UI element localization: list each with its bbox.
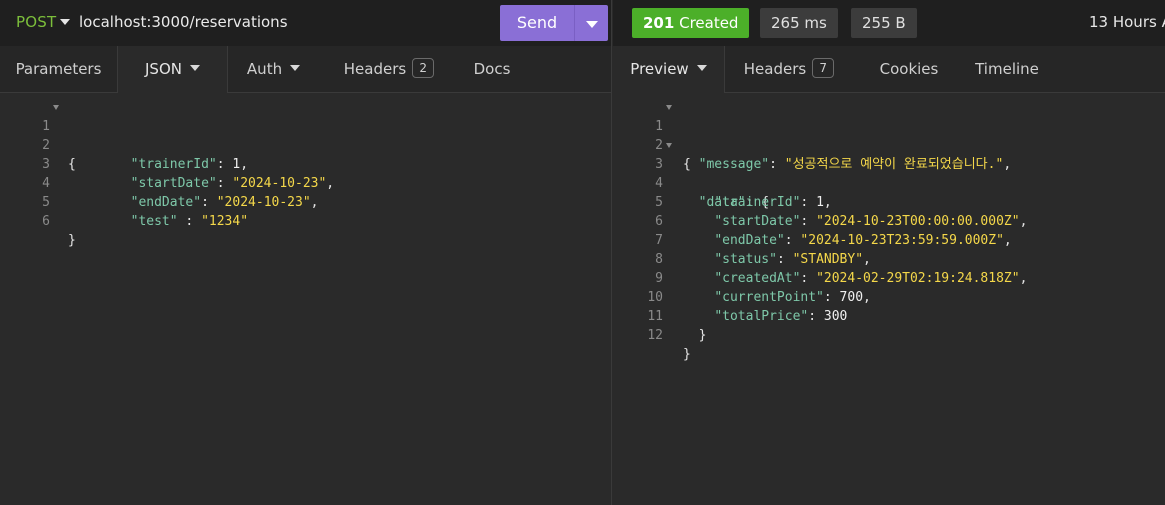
tab-label: Timeline [975,60,1039,78]
request-pane: POST localhost:3000/reservations Send Pa… [0,0,612,505]
code-line: 6 } [0,193,611,248]
code-text: "test" : "1234" [130,214,249,229]
http-method-selector[interactable]: POST [16,13,56,31]
response-status-bar: 201 Created 265 ms 255 B 13 Hours Ago [613,0,1165,46]
fold-arrow-icon[interactable] [666,105,672,110]
code-line: 8 "createdAt": "2024-02-29T02:19:24.818Z… [613,231,1165,286]
code-line: 1 { [0,98,611,172]
code-line: 12 } [613,307,1165,362]
request-url-bar: POST localhost:3000/reservations Send [0,0,611,46]
tab-label: Headers [343,60,407,78]
url-input[interactable]: localhost:3000/reservations [79,13,288,31]
response-body-viewer: 1 { 2 "message": "성공적으로 예약이 완료되었습니다.", 3… [613,94,1165,505]
tab-divider [724,46,725,93]
tab-json[interactable]: JSON [118,46,227,93]
tab-parameters[interactable]: Parameters [0,46,117,93]
code-line: 10 "totalPrice": 300 [613,269,1165,324]
tab-docs[interactable]: Docs [462,46,522,93]
code-line: 2 "message": "성공적으로 예약이 완료되었습니다.", [613,117,1165,172]
method-dropdown-icon[interactable] [60,19,70,25]
code-line: 5 "test" : "1234" [0,174,611,229]
send-button[interactable]: Send [500,5,608,41]
code-text: } [683,347,691,362]
response-pane: 201 Created 265 ms 255 B 13 Hours Ago Pr… [613,0,1165,505]
code-line: 5 "startDate": "2024-10-23T00:00:00.000Z… [613,174,1165,229]
send-button-label[interactable]: Send [500,5,574,41]
response-tabbar: Preview Headers 7 Cookies Timeline [613,46,1165,93]
line-number: 6 [42,214,50,229]
tab-auth[interactable]: Auth [228,46,319,93]
line-number: 12 [647,328,663,343]
tab-cookies[interactable]: Cookies [869,46,949,93]
code-line: 3 "startDate": "2024-10-23", [0,136,611,191]
tab-label: Docs [473,60,511,78]
send-button-divider [574,5,575,41]
request-tabbar: Parameters JSON Auth Headers 2 Docs [0,46,611,93]
code-line: 7 "status": "STANDBY", [613,212,1165,267]
tab-preview[interactable]: Preview [613,46,724,93]
tab-label: Auth [246,60,283,78]
request-body-editor[interactable]: 1 { 2 "trainerId": 1, 3 "startDate": "20… [0,94,611,505]
tab-label: Headers [743,60,807,78]
tab-label: Parameters [15,60,102,78]
response-time-badge: 265 ms [760,8,838,38]
chevron-down-icon[interactable] [696,65,707,71]
tab-label: JSON [145,60,182,78]
fold-arrow-icon[interactable] [53,105,59,110]
response-headers-count-badge: 7 [812,58,835,78]
code-line: 9 "currentPoint": 700, [613,250,1165,305]
code-line: 3 "data": { [613,136,1165,210]
code-line: 2 "trainerId": 1, [0,117,611,172]
response-size-badge: 255 B [851,8,917,38]
code-line: 11 } [613,288,1165,343]
tab-headers[interactable]: Headers 2 [330,46,448,93]
status-code: 201 [643,14,675,32]
code-text: } [68,233,76,248]
response-timestamp[interactable]: 13 Hours Ago [1089,13,1165,31]
tab-label: Preview [630,60,689,78]
code-text: } [683,328,707,343]
code-line: 4 "trainerId": 1, [613,155,1165,210]
code-line: 1 { [613,98,1165,172]
status-text: Created [679,14,739,32]
fold-arrow-icon[interactable] [666,143,672,148]
chevron-down-icon[interactable] [189,65,200,71]
send-options-chevron-icon[interactable] [586,21,598,28]
code-line: 4 "endDate": "2024-10-23", [0,155,611,210]
tab-timeline[interactable]: Timeline [967,46,1047,93]
chevron-down-icon[interactable] [290,65,301,71]
tab-label: Cookies [879,60,939,78]
headers-count-badge: 2 [412,58,435,78]
tab-response-headers[interactable]: Headers 7 [735,46,843,93]
status-badge: 201 Created [632,8,750,38]
code-line: 6 "endDate": "2024-10-23T23:59:59.000Z", [613,193,1165,248]
